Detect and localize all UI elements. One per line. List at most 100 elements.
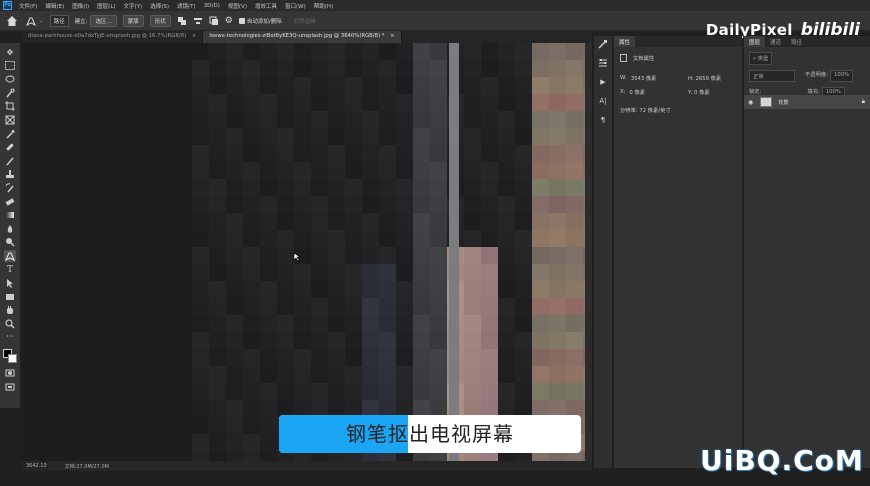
pixel-block [328, 94, 345, 111]
menu-file[interactable]: 文件(F) [15, 2, 41, 10]
gradient-tool-icon[interactable] [4, 209, 16, 221]
lock-icon[interactable]: 🔒︎ [862, 98, 865, 106]
lasso-tool-icon[interactable] [4, 73, 16, 85]
tab-layers[interactable]: 图层 [744, 36, 766, 47]
pixel-block [566, 281, 583, 298]
menu-layer[interactable]: 图层(L) [93, 2, 119, 10]
quick-select-tool-icon[interactable] [4, 87, 16, 99]
close-icon[interactable]: × [390, 33, 394, 39]
menu-help[interactable]: 帮助(H) [310, 2, 337, 10]
pixel-block [192, 315, 209, 332]
tab-properties[interactable]: 属性 [614, 36, 636, 47]
history-brush-tool-icon[interactable] [4, 182, 16, 194]
blend-mode-select[interactable]: 正常 [749, 70, 795, 82]
eye-icon[interactable]: ◉ [748, 99, 756, 106]
tab-paths[interactable]: 路径 [786, 36, 808, 47]
type-tool-icon[interactable]: T [4, 264, 16, 276]
eraser-tool-icon[interactable] [4, 196, 16, 208]
pixel-block [243, 349, 260, 366]
frame-tool-icon[interactable] [4, 114, 16, 126]
path-alignment-icon[interactable] [193, 16, 203, 26]
opacity-input[interactable]: 100% [829, 70, 854, 82]
auto-add-delete-checkbox[interactable]: 自动添加/删除 [238, 17, 282, 25]
path-operations-icon[interactable] [177, 16, 187, 26]
layer-row-background[interactable]: ◉ 背景 🔒︎ [744, 95, 870, 109]
pixel-block [226, 145, 243, 162]
gear-icon[interactable]: ⚙ [225, 16, 233, 26]
play-actions-icon[interactable]: ▶ [597, 76, 609, 88]
brush-tool-icon[interactable] [4, 155, 16, 167]
rectangle-tool-icon[interactable] [4, 291, 16, 303]
selection-button[interactable]: 选区... [90, 14, 117, 27]
layer-filter-kind[interactable]: ⌕ 类型 [749, 52, 773, 65]
pixel-block [498, 230, 515, 247]
menu-select[interactable]: 选择(S) [146, 2, 173, 10]
path-arrangement-icon[interactable] [209, 16, 219, 26]
menu-image[interactable]: 图像(I) [68, 2, 93, 10]
mode-select[interactable]: 路径 [49, 14, 69, 27]
marquee-tool-icon[interactable] [4, 60, 16, 72]
hand-tool-icon[interactable] [4, 304, 16, 316]
pen-tool-preset[interactable]: ⌄ [25, 15, 44, 27]
move-tool-icon[interactable]: ✥ [4, 46, 16, 58]
healing-brush-tool-icon[interactable] [4, 141, 16, 153]
shape-button[interactable]: 形状 [149, 14, 171, 27]
y-value[interactable]: 0 像素 [694, 90, 710, 96]
background-color[interactable] [8, 354, 17, 364]
menu-window[interactable]: 窗口(W) [281, 2, 310, 10]
eyedropper-tool-icon[interactable] [4, 128, 16, 140]
x-value[interactable]: 0 像素 [629, 88, 645, 96]
pixel-block [311, 281, 328, 298]
pixel-block [379, 349, 396, 366]
clone-stamp-tool-icon[interactable] [4, 168, 16, 180]
crop-tool-icon[interactable] [4, 100, 16, 112]
paragraph-panel-icon[interactable]: ¶ [597, 114, 609, 126]
screen-mode-icon[interactable] [4, 381, 16, 393]
doc-size[interactable]: 文档:27.0M/27.0M [65, 463, 109, 470]
character-panel-icon[interactable]: A| [597, 95, 609, 107]
quick-mask-icon[interactable] [4, 367, 16, 379]
vertical-scrollbar[interactable] [585, 43, 592, 461]
blur-tool-icon[interactable] [4, 223, 16, 235]
color-swatches[interactable] [3, 349, 17, 364]
path-selection-tool-icon[interactable] [4, 277, 16, 289]
pixel-block [209, 400, 226, 417]
menu-view[interactable]: 视图(V) [224, 2, 251, 10]
pixel-block [277, 298, 294, 315]
document-canvas[interactable] [22, 43, 585, 461]
menu-3d[interactable]: 3D(D) [200, 3, 224, 9]
height-value[interactable]: 2659 像素 [695, 76, 721, 82]
document-tab-1[interactable]: diana-parkhouse-o0a7dxTyjE-unsplash.jpg … [22, 31, 204, 43]
mask-button[interactable]: 蒙版 [122, 14, 144, 27]
resolution-value[interactable]: 分辨率: 72 像素/英寸 [620, 106, 671, 114]
pixel-block [209, 94, 226, 111]
history-panel-icon[interactable] [597, 38, 609, 50]
pen-tool-icon[interactable] [4, 249, 16, 262]
pixel-block [362, 213, 379, 230]
menu-type[interactable]: 文字(Y) [120, 2, 147, 10]
dodge-tool-icon[interactable] [4, 236, 16, 248]
width-value[interactable]: 3543 像素 [631, 74, 657, 82]
zoom-tool-icon[interactable] [4, 318, 16, 330]
tab-channels[interactable]: 通道 [765, 36, 787, 47]
pixel-block [481, 111, 498, 128]
pixel-block [464, 145, 481, 162]
adjustments-panel-icon[interactable] [597, 57, 609, 69]
pixel-block [277, 179, 294, 196]
zoom-readout[interactable]: 3642.13 [26, 463, 47, 469]
home-icon[interactable] [5, 14, 19, 28]
pixel-block [277, 315, 294, 332]
pixel-block [277, 128, 294, 145]
layer-thumbnail [760, 97, 772, 107]
close-icon[interactable]: × [192, 33, 196, 39]
menu-plugins[interactable]: 增效工具 [251, 2, 281, 10]
menu-filter[interactable]: 滤镜(T) [173, 2, 200, 10]
pixel-block [379, 162, 396, 179]
align-edges-checkbox[interactable]: 对齐边缘 [294, 17, 316, 25]
more-tools-icon[interactable]: ··· [4, 331, 16, 343]
menu-edit[interactable]: 编辑(E) [41, 2, 68, 10]
pixel-block [481, 213, 498, 230]
document-tab-2[interactable]: loewe-technologies-ziBot6yKE3Q-unsplash.… [203, 31, 402, 43]
pixel-block [464, 298, 481, 315]
pixel-block [532, 213, 549, 230]
